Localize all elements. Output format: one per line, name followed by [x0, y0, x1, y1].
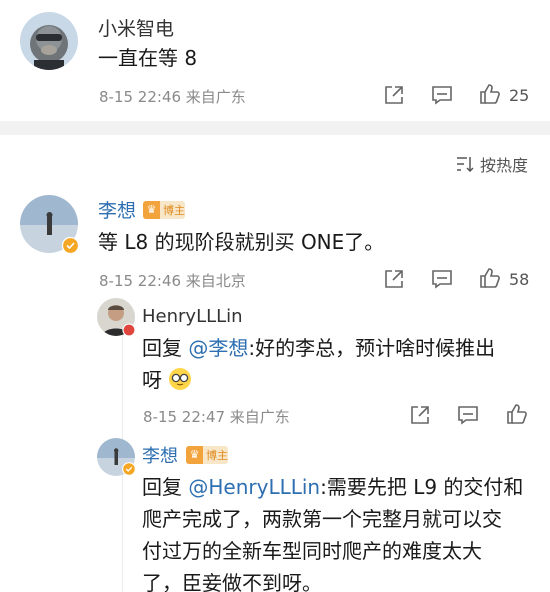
- reply-author[interactable]: HenryLLLin: [142, 306, 243, 327]
- reply-prefix: 回复: [142, 475, 189, 499]
- crown-icon: ♛: [186, 446, 203, 464]
- reply-meta: 8-15 22:47 来自广东: [143, 408, 290, 426]
- mention-link[interactable]: @李想: [188, 336, 248, 360]
- share-icon[interactable]: [383, 268, 405, 290]
- comment-like-count: 58: [509, 270, 530, 289]
- blogger-badge: ♛ 博主: [143, 201, 185, 219]
- reply-line: 了，臣妾做不到呀。: [142, 571, 322, 592]
- badge-label: 博主: [163, 204, 185, 217]
- crown-icon: ♛: [143, 201, 160, 219]
- sort-icon: [456, 156, 474, 172]
- post-meta: 8-15 22:46 来自广东: [99, 88, 246, 106]
- reply-line: 呀: [142, 368, 162, 392]
- reply-text: 回复 @李想:好的李总，预计啥时候推出: [142, 332, 495, 364]
- share-icon[interactable]: [409, 404, 431, 426]
- comment-text: 等 L8 的现阶段就别买 ONE了。: [98, 230, 385, 254]
- reply-author[interactable]: 李想: [142, 442, 178, 468]
- post-text: 一直在等 8: [98, 46, 198, 70]
- reply-line: :需要先把 L9 的交付和: [320, 475, 524, 499]
- mention-link[interactable]: @HenryLLLin: [188, 475, 320, 499]
- comment-author[interactable]: 李想: [98, 196, 136, 223]
- post-like-count: 25: [509, 86, 530, 105]
- section-divider: [0, 121, 550, 135]
- red-badge-icon: [122, 323, 136, 337]
- glasses-emoji-icon: [168, 367, 192, 391]
- reply-prefix: 回复: [142, 336, 189, 360]
- comment-icon[interactable]: [431, 84, 453, 106]
- sort-button[interactable]: 按热度: [456, 152, 528, 176]
- post-author[interactable]: 小米智电: [98, 14, 174, 41]
- reply-text: 回复 @HenryLLLin:需要先把 L9 的交付和: [142, 471, 523, 503]
- verified-badge-icon: [62, 237, 79, 254]
- like-icon[interactable]: [505, 402, 529, 426]
- blogger-badge: ♛ 博主: [186, 446, 228, 464]
- reply-line: 爬产完成了，两款第一个完整月就可以交: [142, 507, 502, 531]
- reply-line: 付过万的全新车型同时爬产的难度太大: [142, 539, 482, 563]
- reply-text-line2: 呀: [142, 364, 192, 396]
- comment-meta: 8-15 22:46 来自北京: [99, 272, 246, 290]
- share-icon[interactable]: [383, 84, 405, 106]
- comment-icon[interactable]: [431, 268, 453, 290]
- comment-icon[interactable]: [457, 404, 479, 426]
- like-icon[interactable]: [478, 82, 502, 106]
- verified-badge-icon: [122, 462, 136, 476]
- sort-label: 按热度: [479, 156, 528, 175]
- avatar[interactable]: [20, 12, 78, 70]
- badge-label: 博主: [206, 449, 228, 462]
- reply-line: :好的李总，预计啥时候推出: [248, 336, 496, 360]
- like-icon[interactable]: [478, 266, 502, 290]
